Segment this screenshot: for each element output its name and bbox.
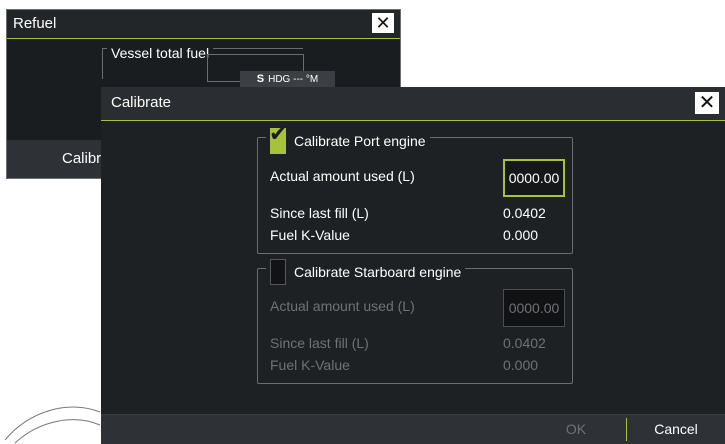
- heading-source: S: [256, 73, 265, 85]
- calibrate-title-bar: Calibrate ✕: [101, 87, 725, 121]
- starboard-engine-legend: Calibrate Starboard engine: [266, 259, 466, 285]
- port-actual-label: Actual amount used (L): [270, 168, 415, 184]
- starboard-k-value: 0.000: [503, 357, 539, 373]
- refuel-title-bar: Refuel ✕: [7, 10, 400, 39]
- starboard-since-value: 0.0402: [503, 335, 546, 351]
- vessel-total-fuel-label: Vessel total fuel: [107, 45, 214, 61]
- refuel-title: Refuel: [13, 15, 57, 32]
- cancel-button[interactable]: Cancel: [627, 415, 725, 444]
- starboard-since-label: Since last fill (L): [270, 335, 369, 351]
- port-actual-input[interactable]: 0000.00: [503, 159, 565, 197]
- calibrate-dialog: Calibrate ✕ ✔ Calibrate Port engine Actu…: [101, 87, 725, 444]
- port-k-value: 0.000: [503, 227, 539, 243]
- close-icon[interactable]: ✕: [372, 13, 394, 33]
- checkmark-icon: ✔: [269, 121, 288, 146]
- close-icon[interactable]: ✕: [695, 92, 719, 114]
- port-engine-panel: ✔ Calibrate Port engine Actual amount us…: [257, 121, 573, 254]
- port-since-label: Since last fill (L): [270, 205, 369, 221]
- starboard-k-label: Fuel K-Value: [270, 357, 350, 373]
- calibrate-button-bar: OK Cancel: [101, 414, 725, 444]
- port-engine-label: Calibrate Port engine: [294, 133, 426, 149]
- starboard-engine-label: Calibrate Starboard engine: [294, 264, 462, 280]
- starboard-engine-checkbox[interactable]: [270, 259, 286, 285]
- port-k-label: Fuel K-Value: [270, 227, 350, 243]
- heading-readout: HDG --- °M: [268, 74, 319, 85]
- port-engine-checkbox[interactable]: ✔: [269, 121, 287, 154]
- calibrate-title: Calibrate: [111, 94, 172, 111]
- starboard-actual-label: Actual amount used (L): [270, 298, 415, 314]
- heading-status: S HDG --- °M: [240, 71, 335, 87]
- starboard-actual-input[interactable]: 0000.00: [503, 289, 565, 327]
- port-engine-legend: ✔ Calibrate Port engine: [266, 121, 430, 154]
- port-since-value: 0.0402: [503, 205, 546, 221]
- ok-button[interactable]: OK: [526, 415, 626, 444]
- starboard-engine-panel: Calibrate Starboard engine Actual amount…: [257, 259, 573, 384]
